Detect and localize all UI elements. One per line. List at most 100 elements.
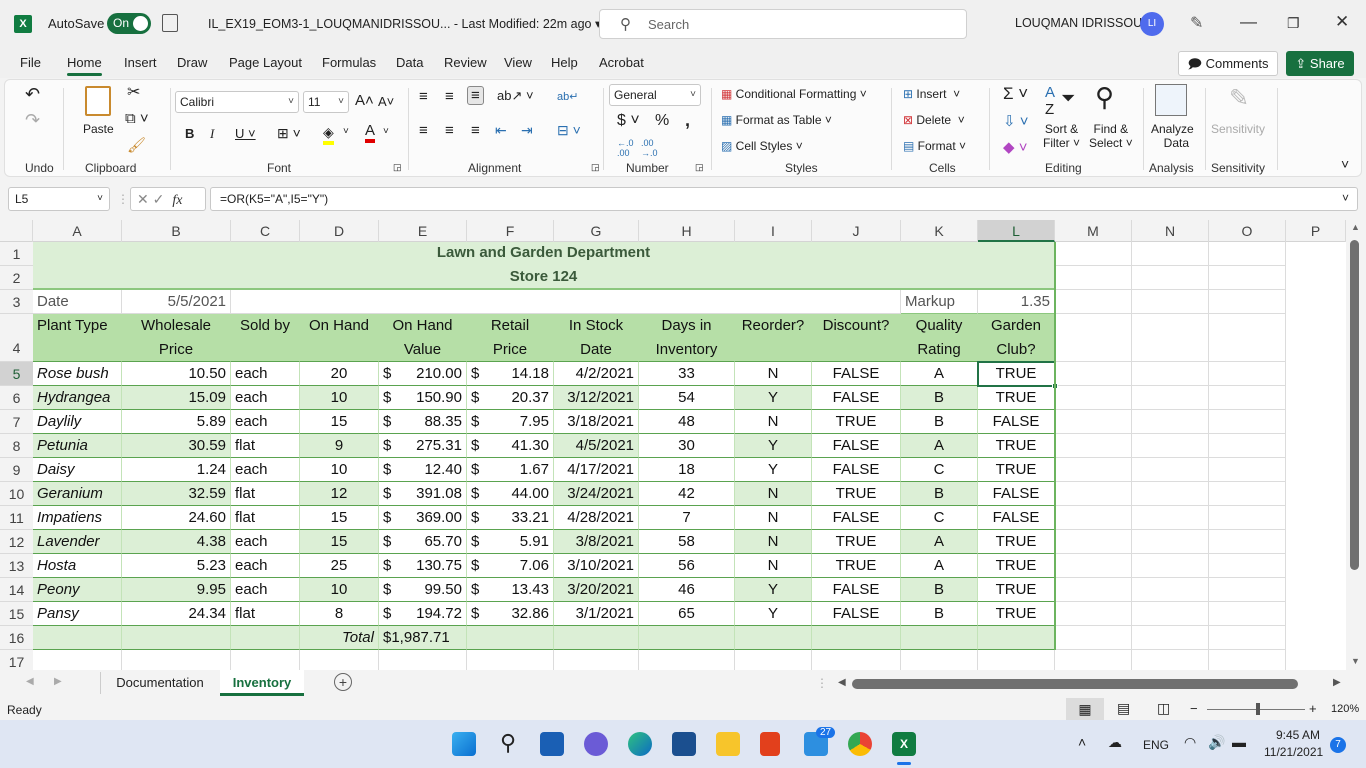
column-header-f[interactable]: F (467, 220, 554, 242)
empty-cell[interactable] (1209, 314, 1286, 362)
row-header-9[interactable]: 9 (0, 458, 33, 482)
empty-cell[interactable] (1132, 482, 1209, 506)
row-header-17[interactable]: 17 (0, 650, 33, 670)
data-cell[interactable]: B (901, 482, 978, 506)
data-cell[interactable]: 1.24 (122, 458, 231, 482)
empty-cell[interactable] (33, 626, 122, 650)
data-cell[interactable]: 58 (639, 530, 735, 554)
avatar[interactable]: LI (1140, 12, 1164, 36)
column-header-h[interactable]: H (639, 220, 735, 242)
data-cell[interactable]: TRUE (978, 554, 1055, 578)
empty-cell[interactable] (1132, 266, 1209, 290)
data-cell[interactable]: 7 (639, 506, 735, 530)
data-cell[interactable]: FALSE (812, 386, 901, 410)
data-cell[interactable]: $20.37 (467, 386, 554, 410)
decrease-font-icon[interactable]: A˅ (378, 94, 394, 109)
align-right-icon[interactable]: ≡ (471, 122, 480, 139)
next-sheet-icon[interactable]: ▶ (54, 676, 62, 687)
data-cell[interactable]: 56 (639, 554, 735, 578)
teams-chat-icon[interactable] (584, 732, 608, 756)
format-painter-icon[interactable]: 🖌 (127, 136, 146, 154)
data-cell[interactable]: flat (231, 482, 300, 506)
data-cell[interactable]: $99.50 (379, 578, 467, 602)
vertical-scrollbar[interactable]: ▲ ▼ (1346, 220, 1366, 670)
column-header-j[interactable]: J (812, 220, 901, 242)
empty-cell[interactable] (1209, 434, 1286, 458)
data-cell[interactable]: flat (231, 506, 300, 530)
percent-icon[interactable]: % (655, 112, 669, 130)
empty-cell[interactable] (122, 650, 231, 670)
horizontal-scroll-thumb[interactable] (852, 679, 1298, 689)
volume-icon[interactable]: 🔊 (1208, 734, 1225, 751)
empty-cell[interactable] (554, 650, 639, 670)
data-cell[interactable]: 15 (300, 530, 379, 554)
tab-draw[interactable]: Draw (177, 55, 207, 70)
row-header-14[interactable]: 14 (0, 578, 33, 602)
empty-cell[interactable] (1209, 242, 1286, 266)
plant-type-cell[interactable]: Pansy (33, 602, 122, 626)
widgets-icon[interactable] (540, 732, 564, 756)
data-cell[interactable]: 46 (639, 578, 735, 602)
onedrive-icon[interactable]: ☁ (1108, 734, 1122, 751)
column-heading[interactable]: Wholesale Price (122, 314, 231, 362)
data-cell[interactable]: 15 (300, 410, 379, 434)
vertical-scroll-thumb[interactable] (1350, 240, 1359, 570)
data-cell[interactable]: 33 (639, 362, 735, 386)
sheet-tab-documentation[interactable]: Documentation (104, 670, 216, 696)
analyze-data-icon[interactable] (1155, 84, 1187, 116)
total-label-cell[interactable]: Total (300, 626, 379, 650)
tab-help[interactable]: Help (551, 55, 578, 70)
show-hidden-icons[interactable]: ˄ (1078, 734, 1086, 750)
redo-icon[interactable]: ↷ (25, 110, 40, 131)
paste-button[interactable]: Paste (83, 122, 114, 136)
data-cell[interactable]: $13.43 (467, 578, 554, 602)
data-cell[interactable]: 20 (300, 362, 379, 386)
data-cell[interactable]: $7.95 (467, 410, 554, 434)
column-header-l[interactable]: L (978, 220, 1055, 242)
empty-cell[interactable] (467, 650, 554, 670)
empty-cell[interactable] (1055, 602, 1132, 626)
data-cell[interactable]: 3/20/2021 (554, 578, 639, 602)
column-heading[interactable]: On Hand (300, 314, 379, 362)
row-header-15[interactable]: 15 (0, 602, 33, 626)
document-title[interactable]: IL_EX19_EOM3-1_LOUQMANIDRISSOU... - Last… (208, 16, 601, 31)
empty-cell[interactable] (1132, 314, 1209, 362)
empty-cell[interactable] (1055, 578, 1132, 602)
column-header-p[interactable]: P (1286, 220, 1346, 242)
row-header-2[interactable]: 2 (0, 266, 33, 290)
data-cell[interactable]: N (735, 554, 812, 578)
format-as-table-button[interactable]: ▦ Format as Table ˅ (721, 113, 832, 127)
data-cell[interactable]: 10 (300, 458, 379, 482)
data-cell[interactable]: $194.72 (379, 602, 467, 626)
find-select-button[interactable]: Find & Select ˅ (1089, 122, 1133, 150)
increase-font-icon[interactable]: A˄ (355, 92, 374, 109)
data-cell[interactable]: $44.00 (467, 482, 554, 506)
empty-cell[interactable] (231, 650, 300, 670)
prev-sheet-icon[interactable]: ◀ (26, 676, 34, 687)
column-heading[interactable]: Days in Inventory (639, 314, 735, 362)
data-cell[interactable]: TRUE (812, 554, 901, 578)
row-header-3[interactable]: 3 (0, 290, 33, 314)
collapse-ribbon-icon[interactable]: ˅ (1341, 156, 1349, 172)
data-cell[interactable]: N (735, 506, 812, 530)
data-cell[interactable]: $41.30 (467, 434, 554, 458)
empty-cell[interactable] (812, 650, 901, 670)
data-cell[interactable]: B (901, 578, 978, 602)
empty-cell[interactable] (1209, 386, 1286, 410)
active-cell-selection[interactable] (977, 361, 1058, 389)
data-cell[interactable]: $1.67 (467, 458, 554, 482)
empty-cell[interactable] (1055, 554, 1132, 578)
data-cell[interactable]: 32.59 (122, 482, 231, 506)
data-cell[interactable]: 18 (639, 458, 735, 482)
plant-type-cell[interactable]: Hosta (33, 554, 122, 578)
find-select-icon[interactable]: ⚲ (1095, 82, 1114, 113)
empty-cell[interactable] (554, 626, 639, 650)
empty-cell[interactable] (122, 626, 231, 650)
sort-filter-icon[interactable]: AZ (1045, 84, 1055, 118)
align-middle-icon[interactable]: ≡ (445, 88, 454, 105)
page-break-view-icon[interactable]: ◫ (1157, 700, 1170, 717)
share-button[interactable]: ⇪ Share (1286, 51, 1354, 76)
data-cell[interactable]: $12.40 (379, 458, 467, 482)
zoom-out-icon[interactable]: − (1190, 701, 1198, 716)
empty-cell[interactable] (1209, 410, 1286, 434)
